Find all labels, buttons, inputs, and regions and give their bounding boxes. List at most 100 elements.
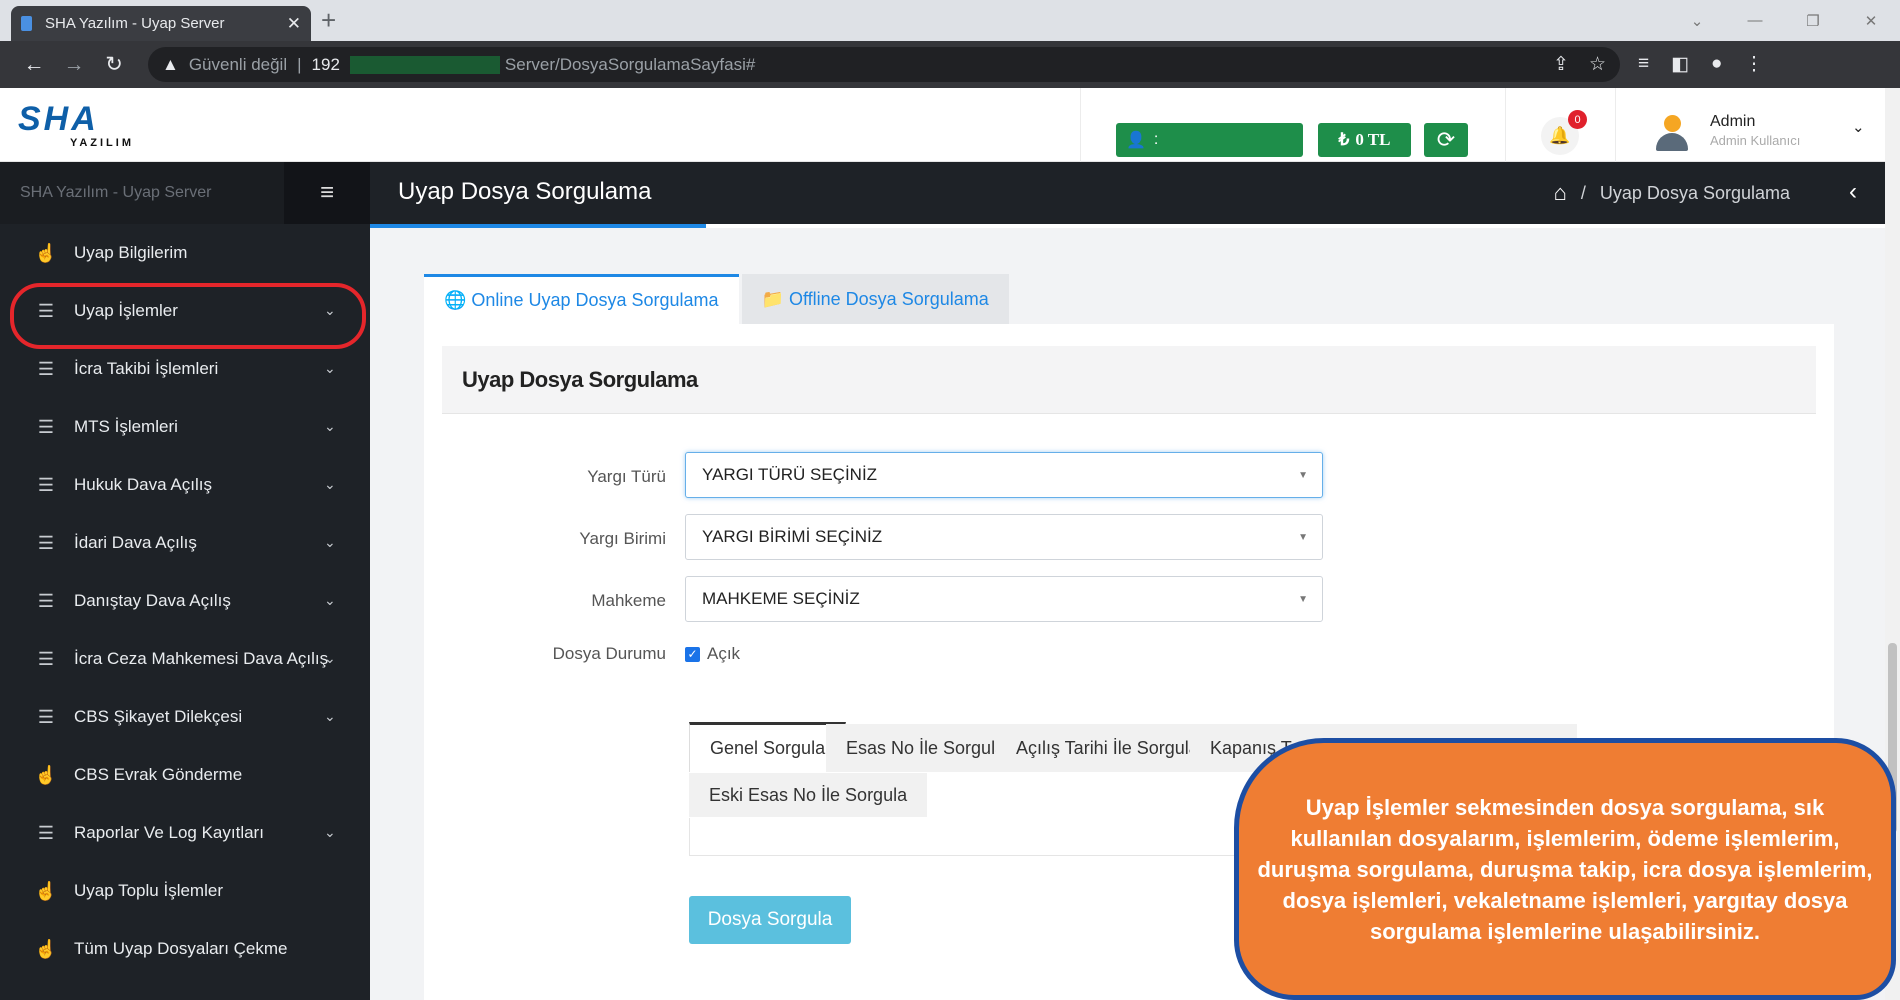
divider — [1615, 88, 1616, 162]
stack-icon: ☰ — [37, 532, 55, 553]
sidebar-item[interactable]: ☰ MTS İşlemleri ⌄ — [0, 398, 370, 456]
balance-button[interactable]: ₺ 0 TL — [1318, 123, 1411, 157]
chevron-down-icon: ⌄ — [324, 534, 336, 550]
acik-checkbox[interactable]: ✓ Açık — [685, 644, 740, 664]
dosya-sorgula-button[interactable]: Dosya Sorgula — [689, 896, 851, 944]
profile-icon[interactable]: ● — [1711, 53, 1722, 76]
divider: | — [297, 54, 302, 74]
tab-offline-sorgulama[interactable]: 📁 Offline Dosya Sorgulama — [741, 274, 1009, 324]
tab-online-sorgulama[interactable]: 🌐 Online Uyap Dosya Sorgulama — [424, 274, 739, 324]
avatar[interactable] — [1654, 115, 1690, 153]
user-pill-button[interactable]: 👤 : — [1116, 123, 1303, 157]
dropdown-arrow-icon: ▼ — [1298, 594, 1308, 605]
yargi-turu-value: YARGI TÜRÜ SEÇİNİZ — [702, 465, 878, 484]
dropdown-arrow-icon: ▼ — [1298, 470, 1308, 481]
media-queue-icon[interactable]: ≡ — [1638, 53, 1649, 76]
divider — [1080, 88, 1081, 162]
sidebar-item-label: CBS Evrak Gönderme — [74, 765, 243, 784]
mahkeme-value: MAHKEME SEÇİNİZ — [702, 589, 860, 608]
chevron-down-icon: ⌄ — [324, 418, 336, 434]
mahkeme-select[interactable]: MAHKEME SEÇİNİZ ▼ — [685, 576, 1323, 622]
back-icon[interactable]: ← — [14, 53, 54, 77]
refresh-icon: ⟳ — [1436, 127, 1456, 152]
window-controls: ⌄ — ❐ ✕ — [1668, 0, 1900, 41]
breadcrumb-separator: / — [1580, 182, 1586, 203]
sidebar-item[interactable]: ☝ Tüm Uyap Dosyaları Çekme — [0, 920, 370, 978]
browser-tab[interactable]: SHA Yazılım - Uyap Server ✕ — [11, 6, 311, 41]
panel-title: Uyap Dosya Sorgulama — [442, 346, 1816, 414]
warning-icon: ▲ — [162, 54, 179, 74]
browser-tab-title: SHA Yazılım - Uyap Server — [45, 15, 225, 32]
yargi-turu-label: Yargı Türü — [587, 467, 666, 486]
sidebar-item-label: İcra Takibi İşlemleri — [74, 359, 219, 378]
browser-tab-strip: SHA Yazılım - Uyap Server ✕ + ⌄ — ❐ ✕ — [0, 0, 1900, 41]
stack-icon: ☰ — [37, 706, 55, 727]
forward-icon[interactable]: → — [54, 53, 94, 77]
sidebar-item[interactable]: ☝ Uyap Toplu İşlemler — [0, 862, 370, 920]
sha-logo[interactable]: SHA YAZILIM — [18, 100, 138, 152]
user-role: Admin Kullanıcı — [1710, 133, 1801, 148]
chevron-down-icon: ⌄ — [324, 708, 336, 724]
lira-icon: ₺ — [1338, 130, 1350, 149]
home-icon[interactable]: ⌂ — [1554, 180, 1567, 206]
user-pill-text: : — [1153, 131, 1159, 148]
yargi-birimi-label: Yargı Birimi — [579, 529, 666, 548]
sidebar-item[interactable]: ☰ İdari Dava Açılış ⌄ — [0, 514, 370, 572]
share-icon[interactable]: ⇪ — [1553, 53, 1569, 76]
user-icon: 👤 — [1126, 132, 1146, 149]
hand-pointer-icon: ☝ — [34, 938, 58, 959]
stack-icon: ☰ — [37, 474, 55, 495]
breadcrumb-current: Uyap Dosya Sorgulama — [1599, 182, 1790, 203]
highlight-ring — [10, 283, 366, 349]
sidebar-item[interactable]: ☝ Uyap Bilgilerim — [0, 224, 370, 282]
sidebar-item[interactable]: ☝ CBS Evrak Gönderme — [0, 746, 370, 804]
minimize-icon[interactable]: — — [1726, 12, 1784, 29]
stack-icon: ☰ — [37, 358, 55, 379]
security-label[interactable]: Güvenli değil — [189, 55, 287, 75]
acik-label: Açık — [707, 644, 741, 663]
tab-acilis-tarihi-sorgula[interactable]: Açılış Tarihi İle Sorgula — [996, 724, 1219, 772]
new-tab-button[interactable]: + — [321, 7, 336, 33]
tab-genel-sorgula[interactable]: Genel Sorgula — [689, 722, 847, 772]
refresh-button[interactable]: ⟳ — [1424, 123, 1468, 157]
hand-pointer-icon: ☝ — [34, 242, 58, 263]
side-panel-icon[interactable]: ◧ — [1671, 53, 1689, 76]
sidebar-item-label: Tüm Uyap Dosyaları Çekme — [74, 939, 288, 958]
close-tab-icon[interactable]: ✕ — [287, 14, 301, 34]
menu-dots-icon[interactable]: ⋮ — [1745, 53, 1764, 76]
sidebar-item-label: Uyap Toplu İşlemler — [74, 881, 223, 900]
restore-icon[interactable]: ❐ — [1784, 12, 1842, 30]
sidebar-item[interactable]: ☰ CBS Şikayet Dilekçesi ⌄ — [0, 688, 370, 746]
logo-subtext: YAZILIM — [70, 137, 134, 149]
chevron-down-icon: ⌄ — [324, 592, 336, 608]
dosya-durumu-label: Dosya Durumu — [552, 644, 666, 663]
tab-label: Online Uyap Dosya Sorgulama — [471, 290, 719, 310]
sidebar-item-label: İdari Dava Açılış — [74, 533, 197, 552]
sidebar-item[interactable]: ☰ Hukuk Dava Açılış ⌄ — [0, 456, 370, 514]
chevron-down-icon[interactable]: ⌄ — [1668, 12, 1726, 30]
chevron-down-icon[interactable]: ⌄ — [1852, 118, 1865, 136]
checkmark-icon[interactable]: ✓ — [685, 646, 700, 662]
sidebar-item[interactable]: ☰ İcra Ceza Mahkemesi Dava Açılış ⌄ — [0, 630, 370, 688]
sidebar-item[interactable]: ☰ Raporlar Ve Log Kayıtları ⌄ — [0, 804, 370, 862]
chevron-down-icon: ⌄ — [324, 824, 336, 840]
close-window-icon[interactable]: ✕ — [1842, 12, 1900, 30]
chevron-down-icon: ⌄ — [324, 360, 336, 376]
yargi-turu-select[interactable]: YARGI TÜRÜ SEÇİNİZ ▼ — [685, 452, 1323, 498]
reload-icon[interactable]: ↻ — [94, 52, 134, 77]
address-bar[interactable]: ▲ Güvenli değil | 192 Server/DosyaSorgul… — [148, 47, 1620, 82]
hamburger-menu-icon[interactable]: ≡ — [284, 162, 370, 224]
globe-icon: 🌐 — [444, 290, 467, 310]
sidebar-item-label: Uyap Bilgilerim — [74, 243, 188, 262]
tab-label: Offline Dosya Sorgulama — [788, 288, 989, 309]
sidebar-item-label: Hukuk Dava Açılış — [74, 475, 212, 494]
hand-pointer-icon: ☝ — [34, 764, 58, 785]
user-name[interactable]: Admin — [1710, 113, 1755, 131]
sidebar-item[interactable]: ☰ Danıştay Dava Açılış ⌄ — [0, 572, 370, 630]
yargi-birimi-select[interactable]: YARGI BİRİMİ SEÇİNİZ ▼ — [685, 514, 1323, 560]
divider — [1505, 88, 1506, 162]
sidebar-item-label: Raporlar Ve Log Kayıtları — [74, 823, 264, 842]
chevron-left-icon[interactable]: ‹ — [1849, 178, 1857, 206]
tab-eski-esas-no-sorgula[interactable]: Eski Esas No İle Sorgula — [689, 773, 928, 817]
bookmark-star-icon[interactable]: ☆ — [1589, 53, 1606, 76]
